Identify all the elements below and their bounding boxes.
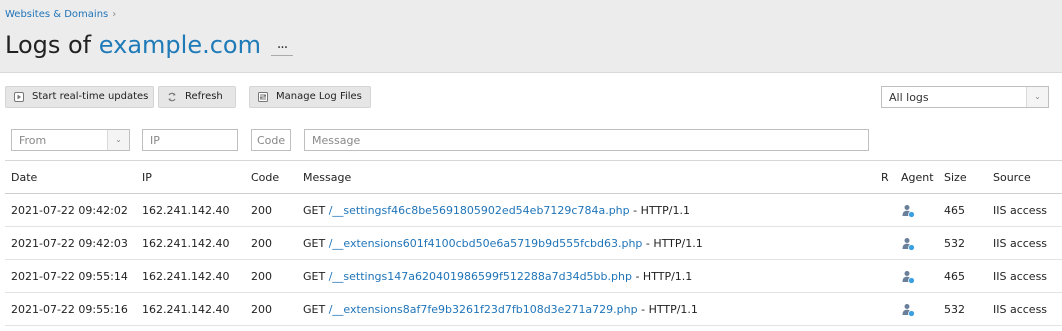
column-header-ip[interactable]: IP <box>142 161 152 194</box>
row-code: 200 <box>251 303 272 316</box>
play-icon <box>14 92 24 102</box>
settings-icon <box>258 92 268 102</box>
table-row: 2021-07-22 09:42:02 162.241.142.40 200 G… <box>5 194 1062 227</box>
row-code: 200 <box>251 204 272 217</box>
row-method: GET <box>303 237 326 250</box>
row-size: 532 <box>944 237 965 250</box>
breadcrumb-link[interactable]: Websites & Domains <box>5 9 108 20</box>
logs-table: Date IP Code Message R Agent Size Source… <box>5 160 1062 326</box>
start-realtime-updates-label: Start real-time updates <box>32 91 149 102</box>
row-date: 2021-07-22 09:55:16 <box>11 303 128 316</box>
page-title-prefix: Logs of <box>5 31 92 59</box>
column-header-message[interactable]: Message <box>303 161 351 194</box>
page-header: Websites & Domains › Logs of example.com … <box>0 0 1062 73</box>
row-ip: 162.241.142.40 <box>142 270 230 283</box>
row-source: IIS access <box>993 303 1048 316</box>
row-path-link[interactable]: /__settingsf46c8be5691805902ed54eb7129c7… <box>329 204 630 217</box>
row-source: IIS access <box>993 237 1048 250</box>
row-code: 200 <box>251 270 272 283</box>
table-row: 2021-07-22 09:42:03 162.241.142.40 200 G… <box>5 227 1062 260</box>
user-agent-icon[interactable] <box>901 270 915 284</box>
log-type-select[interactable]: All logs ⌄ <box>881 86 1049 108</box>
page-title-domain: example.com <box>98 31 261 59</box>
row-date: 2021-07-22 09:42:03 <box>11 237 128 250</box>
row-protocol: - HTTP/1.1 <box>635 270 693 283</box>
start-realtime-updates-button[interactable]: Start real-time updates <box>5 86 154 108</box>
log-type-value: All logs <box>889 91 929 104</box>
row-ip: 162.241.142.40 <box>142 237 230 250</box>
user-agent-icon[interactable] <box>901 303 915 317</box>
breadcrumb: Websites & Domains › <box>5 9 116 20</box>
refresh-icon <box>168 92 176 102</box>
table-row: 2021-07-22 09:55:14 162.241.142.40 200 G… <box>5 260 1062 293</box>
from-date-select[interactable]: From ⌄ <box>11 129 130 151</box>
column-header-size[interactable]: Size <box>944 161 967 194</box>
refresh-button[interactable]: Refresh <box>158 86 236 108</box>
more-actions-button[interactable]: ... <box>271 37 293 56</box>
row-size: 465 <box>944 270 965 283</box>
row-message: GET /__settings147a620401986599f512288a7… <box>303 260 692 293</box>
column-header-r[interactable]: R <box>881 161 889 194</box>
manage-log-files-button[interactable]: Manage Log Files <box>249 86 371 108</box>
row-ip: 162.241.142.40 <box>142 303 230 316</box>
from-placeholder: From <box>19 134 47 147</box>
chevron-down-icon: ⌄ <box>107 130 129 150</box>
row-ip: 162.241.142.40 <box>142 204 230 217</box>
row-date: 2021-07-22 09:55:14 <box>11 270 128 283</box>
column-header-source[interactable]: Source <box>993 161 1031 194</box>
row-size: 532 <box>944 303 965 316</box>
row-path-link[interactable]: /__extensions601f4100cbd50e6a5719b9d555f… <box>329 237 643 250</box>
page-title: Logs of example.com <box>5 30 261 60</box>
row-method: GET <box>303 204 326 217</box>
row-method: GET <box>303 303 326 316</box>
row-source: IIS access <box>993 270 1048 283</box>
column-header-agent[interactable]: Agent <box>901 161 934 194</box>
row-path-link[interactable]: /__extensions8af7fe9b3261f23d7fb108d3e27… <box>329 303 638 316</box>
refresh-label: Refresh <box>185 91 223 102</box>
row-source: IIS access <box>993 204 1048 217</box>
row-protocol: - HTTP/1.1 <box>633 204 690 217</box>
row-message: GET /__settingsf46c8be5691805902ed54eb71… <box>303 194 690 227</box>
code-filter-input[interactable] <box>251 129 291 151</box>
row-protocol: - HTTP/1.1 <box>645 237 703 250</box>
row-date: 2021-07-22 09:42:02 <box>11 204 128 217</box>
row-code: 200 <box>251 237 272 250</box>
user-agent-icon[interactable] <box>901 204 915 218</box>
row-method: GET <box>303 270 326 283</box>
row-size: 465 <box>944 204 965 217</box>
column-header-code[interactable]: Code <box>251 161 279 194</box>
chevron-down-icon: ⌄ <box>1026 87 1048 107</box>
column-header-date[interactable]: Date <box>11 161 37 194</box>
message-filter-input[interactable] <box>304 129 869 151</box>
ip-filter-input[interactable] <box>142 129 238 151</box>
table-header-row: Date IP Code Message R Agent Size Source <box>5 161 1062 194</box>
manage-log-files-label: Manage Log Files <box>276 91 362 102</box>
row-message: GET /__extensions601f4100cbd50e6a5719b9d… <box>303 227 703 260</box>
row-message: GET /__extensions8af7fe9b3261f23d7fb108d… <box>303 293 698 326</box>
row-protocol: - HTTP/1.1 <box>641 303 698 316</box>
user-agent-icon[interactable] <box>901 237 915 251</box>
table-row: 2021-07-22 09:55:16 162.241.142.40 200 G… <box>5 293 1062 326</box>
chevron-right-icon: › <box>112 9 117 20</box>
row-path-link[interactable]: /__settings147a620401986599f512288a7d34d… <box>329 270 632 283</box>
